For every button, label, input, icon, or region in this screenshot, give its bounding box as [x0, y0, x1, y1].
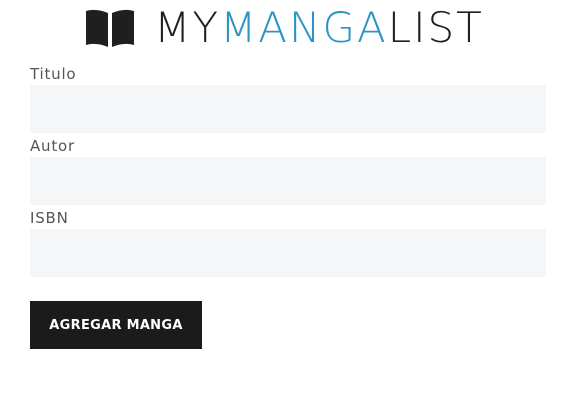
autor-field-group: Autor [30, 136, 546, 205]
header: MYMANGALIST [0, 0, 568, 56]
add-manga-form: Titulo Autor ISBN [30, 64, 546, 280]
autor-label: Autor [30, 137, 75, 155]
logo: MYMANGALIST [84, 7, 484, 49]
isbn-field-group: ISBN [30, 208, 546, 277]
isbn-label: ISBN [30, 209, 69, 227]
brand-name: MYMANGALIST [154, 7, 484, 49]
brand-part-manga: MANGA [220, 3, 388, 52]
titulo-field-group: Titulo [30, 64, 546, 133]
brand-part-my: MY [154, 3, 221, 52]
isbn-input[interactable] [30, 229, 546, 277]
open-book-icon [86, 9, 135, 47]
agregar-manga-button[interactable]: AGREGAR MANGA [30, 301, 202, 349]
brand-part-list: LIST [387, 3, 484, 52]
titulo-input[interactable] [30, 85, 546, 133]
titulo-label: Titulo [30, 65, 77, 83]
autor-input[interactable] [30, 157, 546, 205]
